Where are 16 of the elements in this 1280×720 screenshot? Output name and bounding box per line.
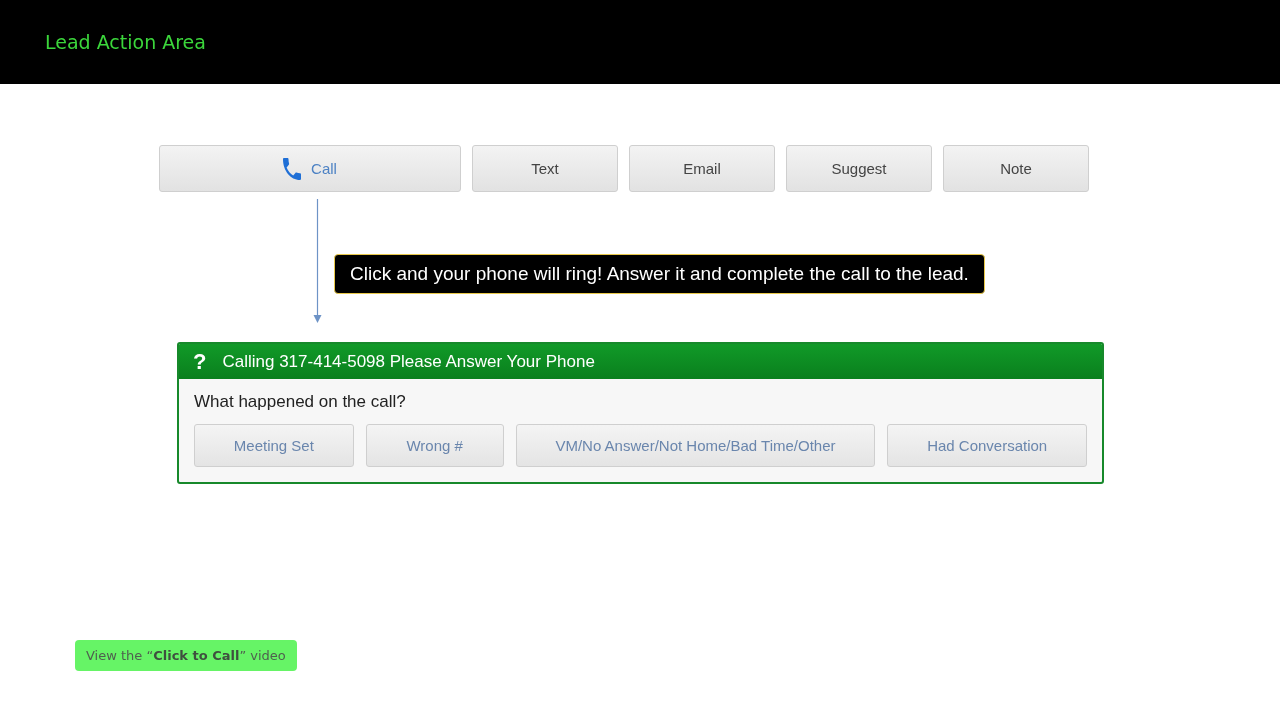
callout-message: Click and your phone will ring! Answer it and complete the call to the lead. [334,254,985,294]
action-button[interactable]: Text [472,145,618,192]
outcome-button[interactable]: Meeting Set [194,424,354,467]
action-button[interactable]: Suggest [786,145,932,192]
panel-title: Calling 317-414-5098 Please Answer Your Phone [222,351,595,372]
action-button[interactable]: Call [159,145,461,192]
outcome-button[interactable]: Had Conversation [887,424,1087,467]
action-button[interactable]: Note [943,145,1089,192]
video-link[interactable]: View the “Click to Call” video [75,640,297,671]
question-mark-icon: ? [193,350,207,373]
action-button[interactable]: Email [629,145,775,192]
outcome-button[interactable]: VM/No Answer/Not Home/Bad Time/Other [515,424,876,467]
phone-icon [283,157,302,180]
page-title: Lead Action Area [45,31,206,53]
question-text: What happened on the call? [194,392,407,412]
outcome-button[interactable]: Wrong # [365,424,504,467]
